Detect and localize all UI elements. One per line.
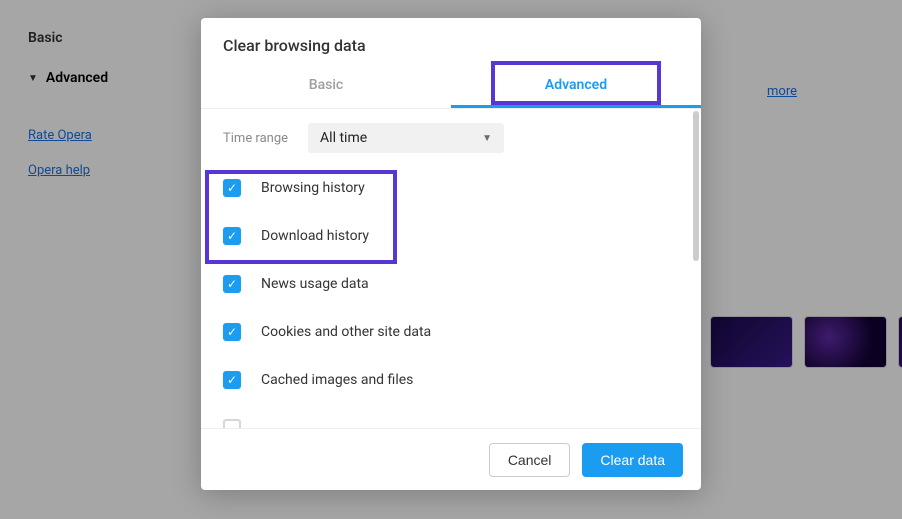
checkbox-row[interactable] [223,419,679,428]
checkbox-row[interactable]: ✓ News usage data [223,275,679,293]
checkbox-row[interactable]: ✓ Download history [223,227,679,245]
checkbox-label: Cached images and files [261,372,413,388]
checkbox-checked-icon[interactable]: ✓ [223,179,241,197]
checkbox-checked-icon[interactable]: ✓ [223,227,241,245]
checkbox-label: News usage data [261,276,369,292]
time-range-value: All time [320,130,367,146]
clear-data-button[interactable]: Clear data [582,443,683,477]
checkbox-label: Browsing history [261,180,365,196]
checkbox-checked-icon[interactable]: ✓ [223,371,241,389]
tab-basic[interactable]: Basic [201,67,451,108]
clear-browsing-data-dialog: Clear browsing data Basic Advanced Time … [201,18,701,490]
checkbox-row[interactable]: ✓ Browsing history [223,179,679,197]
scrollbar[interactable] [693,111,699,261]
time-range-select[interactable]: All time ▼ [308,123,504,153]
checkbox-label: Cookies and other site data [261,324,431,340]
checkbox-checked-icon[interactable]: ✓ [223,275,241,293]
cancel-button[interactable]: Cancel [489,443,571,477]
dialog-tabs: Basic Advanced [201,67,701,108]
checkbox-row[interactable]: ✓ Cookies and other site data [223,323,679,341]
dialog-body: Time range All time ▼ ✓ Browsing history… [201,108,701,428]
checkbox-label: Download history [261,228,369,244]
chevron-down-icon: ▼ [482,133,492,144]
modal-overlay: Clear browsing data Basic Advanced Time … [0,0,902,519]
checkbox-unchecked-icon[interactable] [223,419,241,428]
checkbox-checked-icon[interactable]: ✓ [223,323,241,341]
checkbox-row[interactable]: ✓ Cached images and files [223,371,679,389]
dialog-title: Clear browsing data [223,36,679,55]
time-range-label: Time range [223,131,288,146]
tab-advanced[interactable]: Advanced [451,67,701,108]
